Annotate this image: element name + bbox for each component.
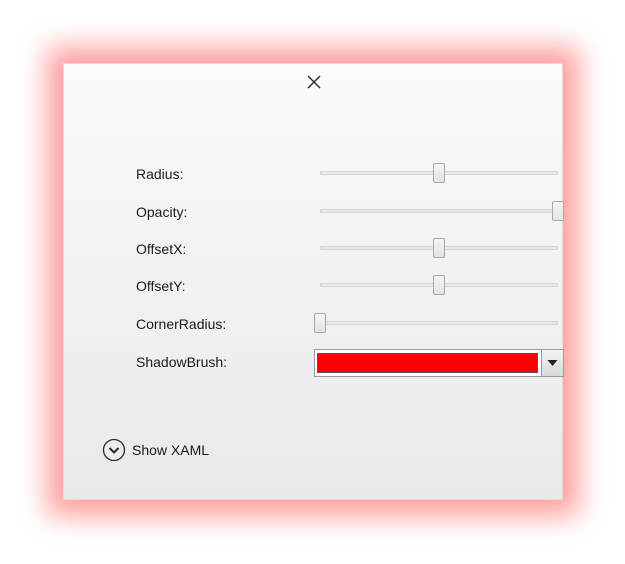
- corner-radius-slider[interactable]: [314, 312, 558, 336]
- circle-chevron-down-icon: [102, 438, 126, 462]
- slider-thumb[interactable]: [433, 275, 445, 295]
- dropdown-button[interactable]: [541, 350, 563, 376]
- close-icon: [307, 75, 321, 89]
- slider-thumb[interactable]: [314, 313, 326, 333]
- slider-thumb[interactable]: [433, 238, 445, 258]
- shadow-brush-select[interactable]: [314, 349, 564, 377]
- opacity-label: Opacity:: [136, 204, 188, 220]
- corner-radius-label: CornerRadius:: [136, 316, 227, 332]
- slider-track: [320, 209, 558, 213]
- radius-slider[interactable]: [320, 162, 558, 186]
- offset-x-row: OffsetX:: [136, 237, 558, 261]
- shadow-settings-dialog: Radius: Opacity: OffsetX: OffsetY: Corne…: [63, 63, 564, 500]
- color-swatch: [317, 353, 538, 373]
- radius-row: Radius:: [136, 162, 558, 186]
- radius-label: Radius:: [136, 166, 184, 182]
- show-xaml-toggle[interactable]: Show XAML: [102, 437, 222, 463]
- shadow-brush-label: ShadowBrush:: [136, 354, 228, 370]
- shadow-brush-row: ShadowBrush:: [136, 349, 564, 377]
- screen: Radius: Opacity: OffsetX: OffsetY: Corne…: [0, 0, 625, 564]
- chevron-down-icon: [547, 360, 558, 366]
- close-button[interactable]: [304, 72, 324, 92]
- opacity-row: Opacity:: [136, 200, 564, 224]
- offset-y-slider[interactable]: [320, 274, 558, 298]
- offset-x-slider[interactable]: [320, 237, 558, 261]
- slider-thumb[interactable]: [552, 201, 564, 221]
- show-xaml-label: Show XAML: [132, 442, 210, 458]
- slider-track: [320, 321, 558, 325]
- offset-y-row: OffsetY:: [136, 274, 558, 298]
- corner-radius-row: CornerRadius:: [136, 312, 558, 336]
- slider-thumb[interactable]: [433, 163, 445, 183]
- offset-y-label: OffsetY:: [136, 278, 186, 294]
- opacity-slider[interactable]: [320, 200, 564, 224]
- offset-x-label: OffsetX:: [136, 241, 187, 257]
